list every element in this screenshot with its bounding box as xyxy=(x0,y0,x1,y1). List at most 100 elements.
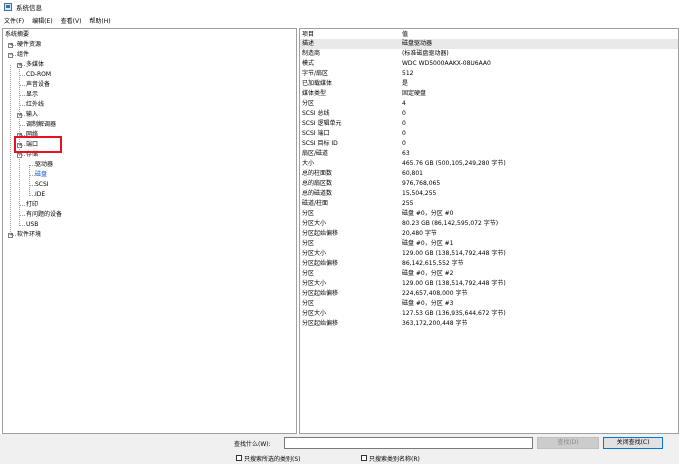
system-info-icon xyxy=(4,3,12,11)
header-item[interactable]: 项目 xyxy=(302,29,314,38)
detail-row[interactable]: 分区大小 129.00 GB (138,514,792,448 字节) xyxy=(300,279,678,289)
menu-item[interactable]: 编辑(E) xyxy=(28,16,56,25)
tree-item[interactable]: 多媒体 xyxy=(26,60,44,70)
detail-item: 分区起始偏移 xyxy=(302,260,339,267)
tree-item[interactable]: CD-ROM xyxy=(26,70,51,80)
detail-row[interactable]: 总的磁道数 15,504,255 xyxy=(300,189,678,199)
detail-row[interactable]: 字节/扇区 512 xyxy=(300,69,678,79)
tree-connector xyxy=(20,95,25,96)
expand-icon[interactable]: + xyxy=(8,43,13,48)
detail-value: 363,172,200,448 字节 xyxy=(402,320,468,327)
menu-item[interactable]: 文件(F) xyxy=(0,16,28,25)
detail-row[interactable]: 描述 磁盘驱动器 xyxy=(300,39,678,49)
search-selected-category-checkbox[interactable] xyxy=(236,455,242,461)
close-find-button[interactable]: 关闭查找(C) xyxy=(603,437,663,449)
detail-row[interactable]: 大小 465.76 GB (500,105,249,280 字节) xyxy=(300,159,678,169)
menu-item[interactable]: 帮助(H) xyxy=(85,16,114,25)
detail-row[interactable]: 分区 磁盘 #0，分区 #1 xyxy=(300,239,678,249)
tree-item[interactable]: IDE xyxy=(35,190,45,200)
detail-item: SCSI 端口 xyxy=(302,130,330,137)
detail-value: 80.23 GB (86,142,595,072 字节) xyxy=(402,220,499,227)
detail-row[interactable]: SCSI 端口 0 xyxy=(300,129,678,139)
detail-row[interactable]: 分区 磁盘 #0，分区 #2 xyxy=(300,269,678,279)
tree-item[interactable]: 有问题的设备 xyxy=(26,210,62,220)
tree-item[interactable]: 系统摘要 xyxy=(5,30,29,40)
detail-item: 模式 xyxy=(302,60,315,67)
tree-connector xyxy=(20,105,25,106)
detail-row[interactable]: 总的柱面数 60,801 xyxy=(300,169,678,179)
detail-value: 0 xyxy=(402,140,406,147)
detail-value: 86,142,615,552 字节 xyxy=(402,260,464,267)
tree-item[interactable]: 调制解调器 xyxy=(26,120,56,130)
detail-item: 字节/扇区 xyxy=(302,70,329,77)
detail-item: SCSI 逻辑单元 xyxy=(302,120,342,127)
detail-value: 0 xyxy=(402,130,406,137)
detail-value: 63 xyxy=(402,150,410,157)
detail-row[interactable]: 已加载媒体 是 xyxy=(300,79,678,89)
detail-item: SCSI 目标 ID xyxy=(302,140,338,147)
detail-row[interactable]: SCSI 逻辑单元 0 xyxy=(300,119,678,129)
tree-item[interactable]: 硬件资源 xyxy=(17,40,41,50)
find-input[interactable] xyxy=(284,437,533,449)
detail-row[interactable]: 分区 磁盘 #0，分区 #3 xyxy=(300,299,678,309)
detail-value: 20,480 字节 xyxy=(402,230,437,237)
search-selected-category-label: 只搜索所选的类别(S) xyxy=(244,456,301,463)
detail-item: 分区 xyxy=(302,300,315,307)
tree-guide-line xyxy=(10,65,11,234)
detail-item: 总的磁道数 xyxy=(302,190,333,197)
detail-row[interactable]: 媒体类型 固定硬盘 xyxy=(300,89,678,99)
tree-guide-line xyxy=(29,165,30,196)
tree-item[interactable]: 红外线 xyxy=(26,100,44,110)
tree-item[interactable]: 组件 xyxy=(17,50,29,60)
detail-row[interactable]: 制造商 (标准磁盘驱动器) xyxy=(300,49,678,59)
tree-item[interactable]: 显示 xyxy=(26,90,38,100)
detail-row[interactable]: SCSI 总线 0 xyxy=(300,109,678,119)
detail-item: 分区起始偏移 xyxy=(302,290,339,297)
detail-row[interactable]: 分区大小 129.00 GB (138,514,792,448 字节) xyxy=(300,249,678,259)
detail-row[interactable]: 分区 4 xyxy=(300,99,678,109)
detail-value: 127.53 GB (136,935,644,672 字节) xyxy=(402,310,506,317)
tree-item[interactable]: 驱动器 xyxy=(35,160,53,170)
detail-row[interactable]: 扇区/磁道 63 xyxy=(300,149,678,159)
detail-value: 129.00 GB (138,514,792,448 字节) xyxy=(402,250,506,257)
tree-item[interactable]: 打印 xyxy=(26,200,38,210)
tree-item[interactable]: 声音设备 xyxy=(26,80,50,90)
detail-value: 15,504,255 xyxy=(402,190,437,197)
detail-value: 512 xyxy=(402,70,414,77)
tree-item[interactable]: 输入 xyxy=(26,110,38,120)
detail-row[interactable]: 磁道/柱面 255 xyxy=(300,199,678,209)
category-tree[interactable]: 系统摘要 + 硬件资源 − 组件 + 多媒体 CD-ROM 声音设备 显示 红外线 + 输入 调制解调器 +… xyxy=(2,28,297,434)
menu-item[interactable]: 查看(V) xyxy=(57,16,86,25)
tree-item[interactable]: 软件环境 xyxy=(17,230,41,240)
detail-row[interactable]: 分区起始偏移 363,172,200,448 字节 xyxy=(300,319,678,329)
detail-item: 扇区/磁道 xyxy=(302,150,329,157)
tree-item[interactable]: USB xyxy=(26,220,38,230)
search-category-names-checkbox[interactable] xyxy=(361,455,367,461)
detail-row[interactable]: 分区起始偏移 20,480 字节 xyxy=(300,229,678,239)
detail-item: 总的扇区数 xyxy=(302,180,333,187)
detail-row[interactable]: 分区 磁盘 #0，分区 #0 xyxy=(300,209,678,219)
details-list[interactable]: 项目 值 描述 磁盘驱动器制造商 (标准磁盘驱动器) 模式 WDC WD5000AAKX… xyxy=(299,28,679,434)
detail-row[interactable]: 总的扇区数 976,768,065 xyxy=(300,179,678,189)
header-value[interactable]: 值 xyxy=(402,29,408,38)
tree-item[interactable]: 磁盘 xyxy=(35,170,47,180)
detail-value: 976,768,065 xyxy=(402,180,441,187)
detail-value: 磁盘 #0，分区 #2 xyxy=(402,270,454,277)
detail-item: 分区起始偏移 xyxy=(302,320,339,327)
detail-row[interactable]: SCSI 目标 ID 0 xyxy=(300,139,678,149)
detail-value: 磁盘 #0，分区 #0 xyxy=(402,210,454,217)
detail-row[interactable]: 分区起始偏移 86,142,615,552 字节 xyxy=(300,259,678,269)
find-button[interactable]: 查找(D) xyxy=(537,437,599,449)
collapse-icon[interactable]: − xyxy=(8,53,13,58)
tree-connector xyxy=(20,75,25,76)
detail-item: 分区 xyxy=(302,210,315,217)
detail-row[interactable]: 分区起始偏移 224,657,408,000 字节 xyxy=(300,289,678,299)
detail-row[interactable]: 模式 WDC WD5000AAKX-08U6AA0 xyxy=(300,59,678,69)
detail-item: 描述 xyxy=(302,40,315,47)
detail-row[interactable]: 分区大小 80.23 GB (86,142,595,072 字节) xyxy=(300,219,678,229)
detail-row[interactable]: 分区大小 127.53 GB (136,935,644,672 字节) xyxy=(300,309,678,319)
tree-connector xyxy=(20,125,25,126)
tree-item[interactable]: SCSI xyxy=(35,180,49,190)
detail-item: 分区大小 xyxy=(302,220,327,227)
detail-value: 磁盘驱动器 xyxy=(402,40,433,47)
